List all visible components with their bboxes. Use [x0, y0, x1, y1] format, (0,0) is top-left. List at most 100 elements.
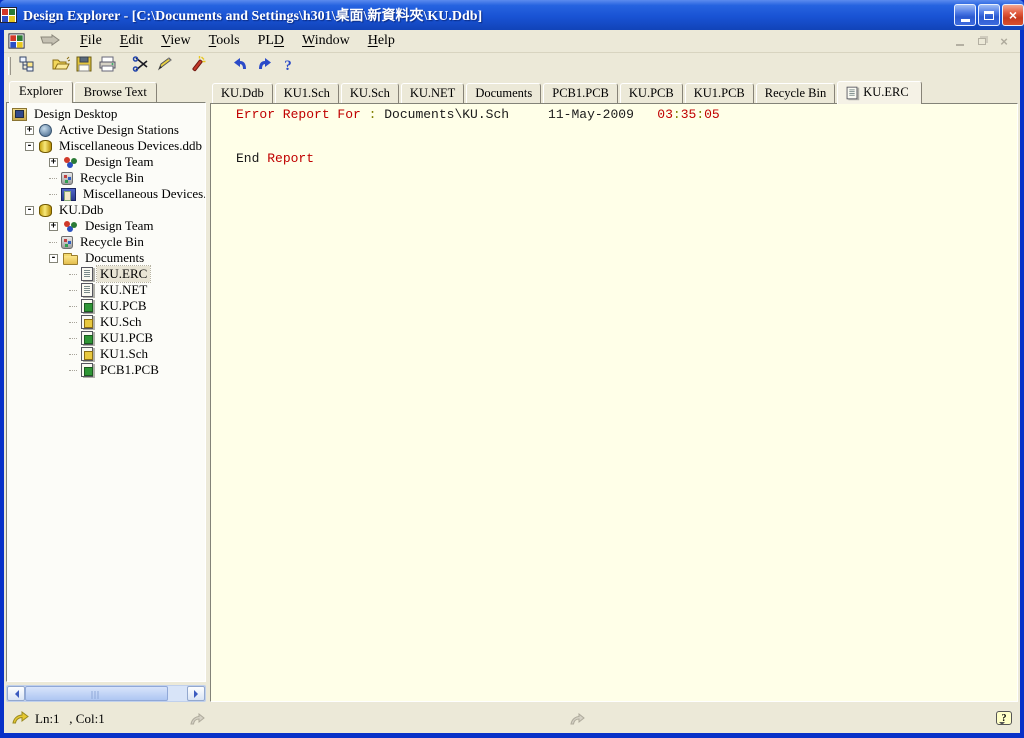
horizontal-scrollbar[interactable]: [6, 685, 206, 702]
tree-item-recycle-bin[interactable]: Recycle Bin: [9, 234, 205, 250]
help-balloon-icon[interactable]: ?: [996, 711, 1012, 725]
tree-item-label: KU1.Sch: [97, 346, 151, 362]
tab-explorer[interactable]: Explorer: [9, 81, 73, 103]
maximize-restore-button[interactable]: [978, 4, 1000, 26]
tree-item-label: Miscellaneous Devices.ddb: [56, 138, 205, 154]
report-editor[interactable]: Error Report For : Documents\KU.Sch 11-M…: [210, 103, 1018, 702]
expand-box-icon[interactable]: +: [25, 126, 34, 135]
tree-connector: [69, 354, 77, 355]
cut-button[interactable]: [129, 55, 153, 77]
tree-item-design-team[interactable]: +Design Team: [9, 218, 205, 234]
menu-bar: FileEditViewToolsPLDWindowHelp ×: [4, 30, 1020, 53]
menu-file[interactable]: File: [71, 31, 111, 51]
draw-button[interactable]: [153, 55, 177, 77]
tab-browse-text[interactable]: Browse Text: [74, 82, 157, 102]
doc-tab-label: KU.PCB: [629, 86, 674, 101]
undo-button[interactable]: [228, 55, 252, 77]
minimize-button[interactable]: [954, 4, 976, 26]
redo-button[interactable]: [252, 55, 276, 77]
tree-item-ku-net[interactable]: KU.NET: [9, 282, 205, 298]
expand-box-icon[interactable]: +: [49, 222, 58, 231]
tree-connector: [69, 290, 77, 291]
sch-doc-icon: [81, 347, 93, 361]
collapse-box-icon[interactable]: -: [25, 206, 34, 215]
tree-item-ku-pcb[interactable]: KU.PCB: [9, 298, 205, 314]
doc-tab-ku-net[interactable]: KU.NET: [401, 83, 464, 103]
mdi-system-menu-icon[interactable]: [8, 33, 24, 48]
menu-edit[interactable]: Edit: [111, 31, 152, 51]
maximize-icon: [984, 11, 994, 20]
collapse-box-icon[interactable]: -: [25, 142, 34, 151]
tree-item-label: Design Team: [82, 154, 157, 170]
doc-tab-ku1-sch[interactable]: KU1.Sch: [275, 83, 339, 103]
menu-window[interactable]: Window: [293, 31, 359, 51]
close-button[interactable]: ×: [1002, 4, 1024, 26]
status-pane-arrow-icon: [570, 713, 585, 729]
report-line: [236, 137, 1013, 152]
collapse-box-icon[interactable]: -: [49, 254, 58, 263]
tree-item-design-desktop[interactable]: Design Desktop: [9, 106, 205, 122]
doc-tab-ku-pcb[interactable]: KU.PCB: [620, 83, 683, 103]
print-button[interactable]: [96, 55, 120, 77]
doc-tab-pcb1-pcb[interactable]: PCB1.PCB: [543, 83, 618, 103]
scroll-right-button[interactable]: [187, 686, 205, 701]
menu-view[interactable]: View: [152, 31, 200, 51]
tree-item-documents[interactable]: -Documents: [9, 250, 205, 266]
tree-connector: [69, 274, 77, 275]
menu-pld[interactable]: PLD: [249, 31, 293, 51]
scrollbar-thumb[interactable]: [25, 686, 168, 701]
tree-connector: [49, 242, 57, 243]
workspace: ExplorerBrowse Text Design Desktop+Activ…: [4, 79, 1020, 705]
scrollbar-track[interactable]: [168, 686, 187, 701]
tree-item-active-design-stations[interactable]: +Active Design Stations: [9, 122, 205, 138]
doc-tab-ku-ddb[interactable]: KU.Ddb: [212, 83, 273, 103]
design-tree[interactable]: Design Desktop+Active Design Stations - Mi…: [6, 102, 206, 682]
toolbar: ?: [4, 53, 1020, 79]
tree-item-ku-erc[interactable]: KU.ERC: [9, 266, 205, 282]
scroll-left-button[interactable]: [7, 686, 25, 701]
expand-box-icon[interactable]: +: [49, 158, 58, 167]
tree-item-ku-sch[interactable]: KU.Sch: [9, 314, 205, 330]
tree-item-label: KU.Sch: [97, 314, 145, 330]
menu-help[interactable]: Help: [359, 31, 404, 51]
tree-item-miscellaneous-devices-lib[interactable]: Miscellaneous Devices.lib: [9, 186, 205, 202]
mdi-restore-button[interactable]: [974, 34, 990, 48]
tree-connector: [49, 178, 57, 179]
wand-icon: [189, 55, 207, 77]
doc-tab-ku-erc[interactable]: KU.ERC: [837, 81, 922, 104]
tree-item-ku1-pcb[interactable]: KU1.PCB: [9, 330, 205, 346]
open-button[interactable]: [48, 55, 72, 77]
explorer-toggle-button[interactable]: [15, 55, 39, 77]
dropdown-arrow-icon[interactable]: [39, 34, 61, 48]
menu-tools[interactable]: Tools: [200, 31, 249, 51]
status-arrow-icon: [12, 711, 29, 728]
tree-item-ku-ddb[interactable]: - KU.Ddb: [9, 202, 205, 218]
tree-connector: [69, 322, 77, 323]
save-button[interactable]: [72, 55, 96, 77]
tree-item-label: KU.Ddb: [56, 202, 106, 218]
mdi-close-button[interactable]: ×: [996, 34, 1012, 48]
cursor-position: Ln:1 , Col:1: [35, 711, 105, 727]
sch-doc-icon: [81, 315, 93, 329]
folder-icon: [63, 255, 78, 265]
titlebar[interactable]: Design Explorer - [C:\Documents and Sett…: [0, 0, 1024, 30]
doc-tab-recycle-bin[interactable]: Recycle Bin: [756, 83, 835, 103]
explorer-panel: ExplorerBrowse Text Design Desktop+Activ…: [6, 81, 206, 702]
tree-item-label: KU1.PCB: [97, 330, 156, 346]
tree-item-ku1-sch[interactable]: KU1.Sch: [9, 346, 205, 362]
doc-tab-label: Recycle Bin: [765, 86, 826, 101]
tree-item-pcb1-pcb[interactable]: PCB1.PCB: [9, 362, 205, 378]
doc-tab-ku1-pcb[interactable]: KU1.PCB: [685, 83, 754, 103]
wizard-button[interactable]: [186, 55, 210, 77]
undo-icon: [231, 57, 250, 76]
help-button[interactable]: ?: [276, 55, 300, 77]
tree-item-recycle-bin[interactable]: Recycle Bin: [9, 170, 205, 186]
doc-tab-ku-sch[interactable]: KU.Sch: [341, 83, 399, 103]
mdi-minimize-button[interactable]: [952, 34, 968, 48]
tree-item-miscellaneous-devices-ddb[interactable]: - Miscellaneous Devices.ddb: [9, 138, 205, 154]
minimize-icon: [961, 19, 970, 22]
doc-tab-documents[interactable]: Documents: [466, 83, 541, 103]
toolbar-grip[interactable]: [8, 57, 11, 75]
tree-item-label: KU.ERC: [97, 266, 150, 282]
tree-item-design-team[interactable]: + Design Team: [9, 154, 205, 170]
